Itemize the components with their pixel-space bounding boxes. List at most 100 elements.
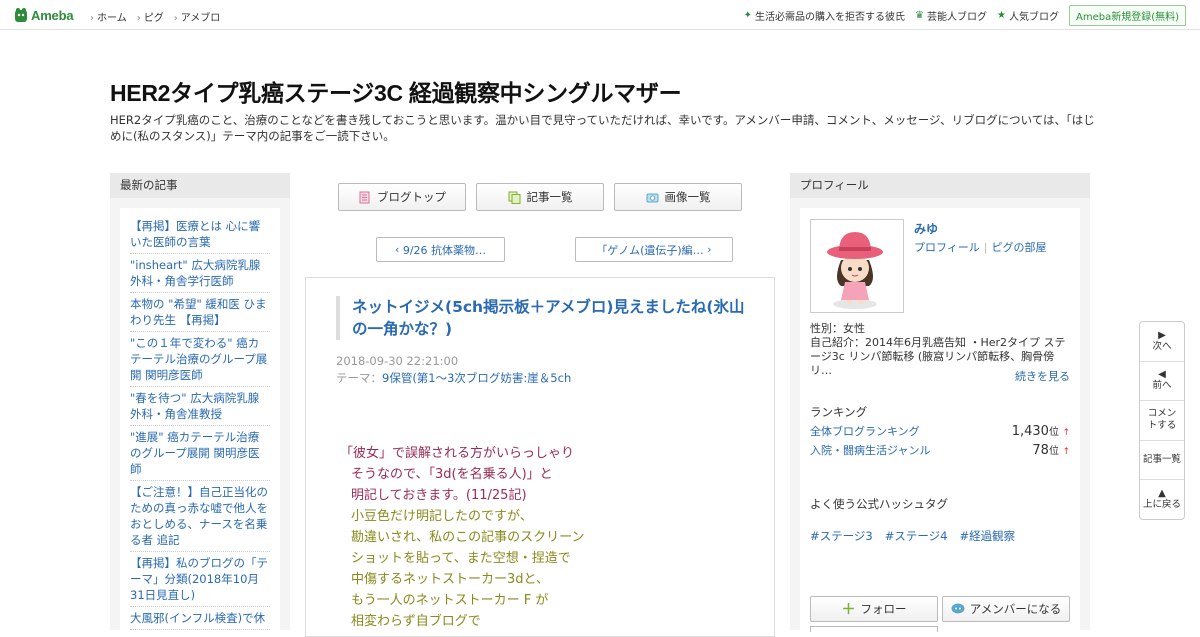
floating-side-nav: ▶ 次へ ◀ 前へ コメントする 記事一覧 ▲ 上に戻る	[1139, 321, 1185, 520]
follow-button[interactable]: ＋ フォロー	[810, 596, 938, 622]
latest-post-item[interactable]: "insheart" 広大病院乳腺外科・角舎学行医師	[130, 254, 270, 293]
latest-posts-panel: 最新の記事 【再掲】医療とは 心に響いた医師の言葉 "insheart" 広大病…	[110, 173, 290, 630]
register-button[interactable]: Ameba新規登録(無料)	[1068, 5, 1186, 26]
top-nav: ホーム ピグ アメブロ	[90, 9, 220, 24]
blog-nav-buttons: ブログトップ 記事一覧 画像一覧	[338, 183, 742, 211]
latest-post-item[interactable]: "進展" 癌カテーテル治療のグループ展開 関明彦医師	[130, 426, 270, 481]
link-separator: |	[983, 241, 988, 254]
amember-label: アメンバーになる	[969, 602, 1062, 616]
entry-line: 「彼女」で誤解される方がいらっしゃり	[340, 446, 575, 461]
chat-bubble-icon	[951, 603, 965, 614]
copy-icon	[508, 191, 520, 204]
popular-blog-label: 人気ブログ	[1008, 12, 1059, 23]
ranking-row-overall: 全体ブログランキング 1,430位 ↑	[810, 423, 1070, 439]
entry-theme: テーマ：9保管(第1～3次ブログ妨害:崖＆5ch	[336, 370, 571, 386]
hashtag-link[interactable]: #ステージ3	[810, 528, 873, 544]
entry-theme-link[interactable]: 9保管(第1～3次ブログ妨害:崖＆5ch	[382, 371, 571, 385]
ranking-heading: ランキング	[810, 405, 868, 419]
logo-text: Ameba	[31, 7, 74, 23]
blog-description: HER2タイプ乳癌のこと、治療のことなどを書き残しておこうと思います。温かい目で…	[110, 113, 1095, 143]
latest-posts-list: 【再掲】医療とは 心に響いた医師の言葉 "insheart" 広大病院乳腺外科・…	[120, 208, 280, 630]
sparkle-icon: ✦	[743, 10, 753, 21]
ranking-value-group: 78位 ↑	[1032, 442, 1070, 458]
extra-button-edge[interactable]	[810, 626, 938, 632]
ameba-logo[interactable]: Ameba	[14, 7, 74, 23]
nav-pig[interactable]: ピグ	[137, 9, 164, 24]
celebrity-blog-link[interactable]: ♛ 芸能人ブログ	[915, 8, 987, 23]
back-to-top-button[interactable]: ▲ 上に戻る	[1140, 480, 1184, 520]
entry-list-side-label: 記事一覧	[1142, 453, 1181, 465]
hashtag-link[interactable]: #ステージ4	[885, 528, 948, 544]
profile-link[interactable]: プロフィール	[914, 241, 980, 254]
up-arrow-icon: ↑	[1062, 428, 1070, 438]
comment-label: コメントする	[1147, 408, 1177, 432]
prev-label: 前へ	[1152, 380, 1172, 392]
next-entry-label: 「ゲノム(遺伝子)編…	[596, 243, 704, 257]
entry-line: 中傷するネットストーカー3dと、	[351, 572, 550, 587]
hashtag-link[interactable]: #経過観察	[959, 528, 1015, 544]
entry-line: 相変わらず自ブログで	[351, 614, 481, 629]
blog-top-button[interactable]: ブログトップ	[338, 183, 466, 211]
latest-post-item[interactable]: 本物の "希望" 緩和医 ひまわり先生 【再掲】	[130, 293, 270, 332]
avatar[interactable]	[810, 219, 904, 313]
top-bar: Ameba ホーム ピグ アメブロ ✦ 生活必需品の購入を拒否する彼氏 ♛ 芸能…	[0, 0, 1200, 30]
pig-room-link[interactable]: ピグの部屋	[992, 241, 1047, 254]
entry-list-button[interactable]: 記事一覧	[476, 183, 604, 211]
document-icon	[359, 191, 370, 203]
next-entry-link[interactable]: 「ゲノム(遺伝子)編… ›	[575, 237, 733, 262]
next-arrow-icon: ▶	[1158, 329, 1166, 341]
plus-icon: ＋	[841, 602, 856, 618]
hashtag-heading: よく使う公式ハッシュタグ	[810, 497, 948, 511]
latest-posts-heading: 最新の記事	[110, 173, 290, 198]
back-to-top-label: 上に戻る	[1142, 499, 1181, 511]
read-more-link[interactable]: 続きを見る	[1015, 368, 1070, 384]
ranking-label[interactable]: 全体ブログランキング	[810, 423, 920, 439]
ranking-value: 78	[1032, 443, 1049, 458]
entry-line: 明記しておきます。(11/25記)	[351, 488, 527, 503]
nav-home[interactable]: ホーム	[90, 9, 127, 24]
star-icon: ★	[997, 10, 1006, 21]
latest-post-item[interactable]: "春を待つ" 広大病院乳腺外科・角舎准教授	[130, 387, 270, 426]
image-list-label: 画像一覧	[664, 190, 711, 204]
prev-button[interactable]: ◀ 前へ	[1140, 362, 1184, 401]
latest-post-item[interactable]: 【ご注意！】自己正当化のための真っ赤な嘘で他人をおとしめる、ナースを名乗る者 追…	[130, 481, 270, 552]
entry-line: そうなので、「3d(を名乗る人)」と	[351, 467, 553, 482]
ranking-unit: 位	[1048, 446, 1059, 457]
chevron-left-icon: ‹	[394, 243, 403, 256]
image-list-button[interactable]: 画像一覧	[614, 183, 742, 211]
ranking-row-genre: 入院・闘病生活ジャンル 78位 ↑	[810, 442, 1070, 458]
entry-title[interactable]: ネットイジメ(5ch掲示板＋アメブロ)見えましたね(氷山の一角かな？)	[336, 296, 746, 340]
latest-post-item[interactable]: "この１年で変わる" 癌カテーテル治療のグループ展開 関明彦医師	[130, 332, 270, 387]
ameba-logo-icon	[15, 8, 27, 22]
chevron-right-icon: ›	[703, 243, 712, 256]
trend-link-label: 生活必需品の購入を拒否する彼氏	[755, 12, 906, 23]
latest-post-item[interactable]: 【再掲】私のブログの「テーマ」分類(2018年10月31日見直し)	[130, 552, 270, 607]
blog-title[interactable]: HER2タイプ乳癌ステージ3C 経過観察中シングルマザー	[110, 74, 682, 108]
entry-line: 小豆色だけ明記したのですが、	[351, 509, 533, 524]
profile-links: プロフィール | ピグの部屋	[914, 239, 1047, 255]
entry-body: 「彼女」で誤解される方がいらっしゃり そうなので、「3d(を名乗る人)」と 明記…	[340, 443, 760, 632]
next-label: 次へ	[1152, 340, 1172, 352]
camera-icon	[646, 193, 658, 202]
entry-line: ショットを貼って、また空想・捏造で	[351, 551, 571, 566]
latest-post-item[interactable]: 【再掲】医療とは 心に響いた医師の言葉	[130, 215, 270, 254]
amember-button[interactable]: アメンバーになる	[942, 596, 1070, 622]
hashtag-list: #ステージ3 #ステージ4 #経過観察	[810, 528, 1015, 544]
ranking-label[interactable]: 入院・闘病生活ジャンル	[810, 442, 930, 458]
nav-ameblo[interactable]: アメブロ	[174, 9, 221, 24]
entry-list-side-button[interactable]: 記事一覧	[1140, 441, 1184, 480]
latest-post-item[interactable]: 大風邪(インフル検査)で休	[130, 607, 270, 630]
popular-blog-link[interactable]: ★ 人気ブログ	[997, 8, 1059, 23]
entry-theme-label: テーマ：	[336, 371, 382, 385]
ranking-value-group: 1,430位 ↑	[1012, 423, 1070, 439]
avatar-image	[827, 232, 883, 309]
prev-entry-link[interactable]: ‹ 9/26 抗体薬物…	[376, 237, 505, 262]
profile-panel: プロフィール みゆ プロフィール | ピグの部屋 性別：女性 自己紹介：2014年6…	[790, 173, 1090, 632]
comment-button[interactable]: コメントする	[1140, 401, 1184, 441]
trend-link[interactable]: ✦ 生活必需品の購入を拒否する彼氏	[744, 8, 905, 23]
profile-name[interactable]: みゆ	[914, 220, 938, 237]
celebrity-blog-label: 芸能人ブログ	[927, 12, 988, 23]
next-button[interactable]: ▶ 次へ	[1140, 322, 1184, 362]
prev-entry-label: 9/26 抗体薬物…	[402, 243, 487, 257]
ranking-value: 1,430	[1011, 424, 1049, 439]
